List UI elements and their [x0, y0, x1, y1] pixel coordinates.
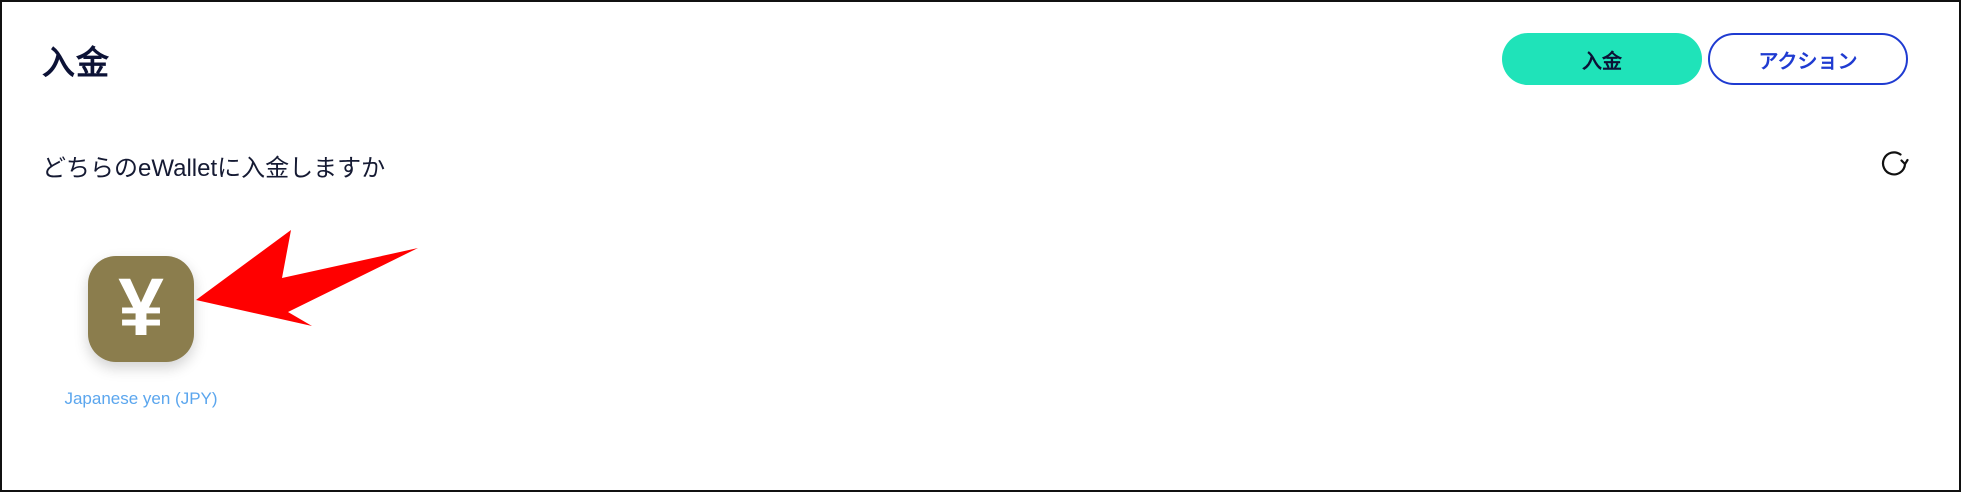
refresh-icon[interactable] — [1878, 148, 1910, 180]
page-frame: 入金 入金 アクション どちらのeWalletに入金しますか ¥ Japanes… — [0, 0, 1961, 492]
wallet-label[interactable]: Japanese yen (JPY) — [48, 389, 234, 409]
annotation-arrow — [196, 230, 418, 326]
action-button[interactable]: アクション — [1708, 33, 1908, 85]
deposit-button[interactable]: 入金 — [1502, 33, 1702, 85]
wallet-tile[interactable]: ¥ — [88, 256, 194, 362]
yen-icon: ¥ — [118, 262, 164, 353]
page-title: 入金 — [42, 44, 110, 81]
wallet-question: どちらのeWalletに入金しますか — [42, 155, 386, 182]
